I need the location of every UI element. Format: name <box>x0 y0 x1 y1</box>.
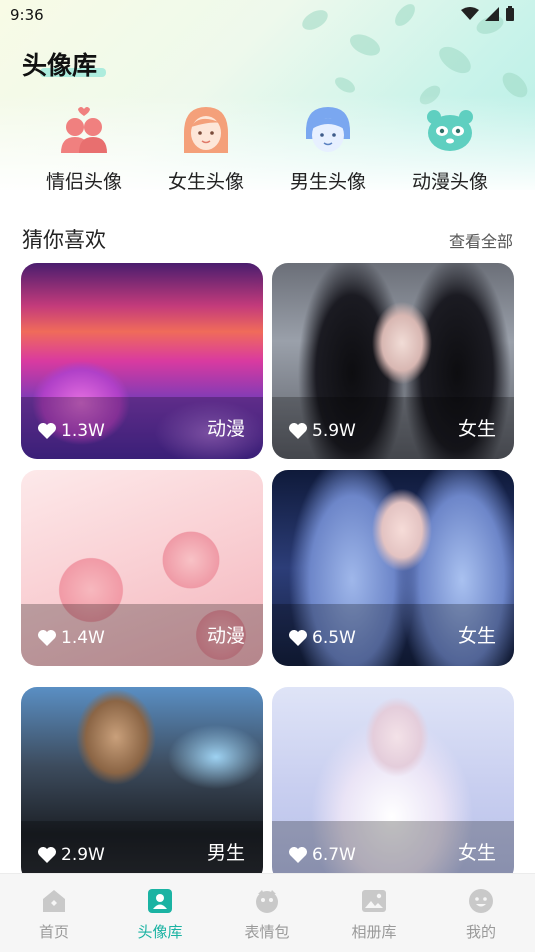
tab-home[interactable]: 首页 <box>14 888 94 942</box>
boy-icon <box>306 107 350 152</box>
signal-icon <box>485 7 499 21</box>
girl-icon <box>184 107 228 153</box>
tab-label: 我的 <box>465 923 496 941</box>
likes-count: 1.3W <box>61 421 105 441</box>
tab-label: 首页 <box>38 923 69 941</box>
tab-avatar-library[interactable]: 头像库 <box>120 888 200 942</box>
card-likes: 6.5W <box>288 628 356 648</box>
category-boy[interactable]: 男生头像 <box>273 105 383 194</box>
couple-icon <box>61 107 107 153</box>
category-label: 情侣头像 <box>45 171 122 193</box>
category-label: 男生头像 <box>289 171 366 193</box>
card-tag: 动漫 <box>206 418 245 440</box>
card-likes: 2.9W <box>37 845 105 865</box>
avatar-card[interactable]: 5.9W 女生 <box>272 263 514 459</box>
card-likes: 1.3W <box>37 421 105 441</box>
album-icon <box>362 890 386 912</box>
heart-icon <box>38 847 56 863</box>
category-girl[interactable]: 女生头像 <box>151 105 261 194</box>
category-anime[interactable]: 动漫头像 <box>395 105 505 194</box>
tab-emoji-pack[interactable]: 表情包 <box>227 888 307 942</box>
tab-label: 头像库 <box>137 923 183 941</box>
bottom-tab-bar: 首页 头像库 表情包 相册库 我的 <box>0 873 535 952</box>
section-title: 猜你喜欢 <box>22 228 106 252</box>
heart-icon <box>38 630 56 646</box>
see-all-link[interactable]: 查看全部 <box>449 228 513 252</box>
emoji-pack-icon <box>256 890 278 913</box>
card-tag: 女生 <box>457 842 496 864</box>
avatar-card[interactable]: 1.4W 动漫 <box>21 470 263 666</box>
category-label: 女生头像 <box>167 171 244 193</box>
tab-profile[interactable]: 我的 <box>441 888 521 942</box>
category-label: 动漫头像 <box>411 171 488 193</box>
likes-count: 6.7W <box>312 845 356 865</box>
card-tag: 男生 <box>206 842 245 864</box>
status-icons <box>461 6 515 22</box>
heart-icon <box>289 423 307 439</box>
card-likes: 1.4W <box>37 628 105 648</box>
category-row: 情侣头像 女生头像 男生头像 动漫头像 <box>0 105 535 195</box>
panda-icon <box>427 110 473 151</box>
avatar-card[interactable]: 1.3W 动漫 <box>21 263 263 459</box>
avatar-card[interactable]: 6.5W 女生 <box>272 470 514 666</box>
wifi-icon <box>461 7 479 20</box>
page-title: 头像库 <box>22 51 98 80</box>
likes-count: 6.5W <box>312 628 356 648</box>
home-icon <box>43 890 65 912</box>
status-bar: 9:36 <box>0 0 535 30</box>
heart-icon <box>38 423 56 439</box>
avatar-library-icon <box>148 889 172 913</box>
likes-count: 2.9W <box>61 845 105 865</box>
card-tag: 女生 <box>457 625 496 647</box>
likes-count: 5.9W <box>312 421 356 441</box>
tab-label: 表情包 <box>244 923 290 941</box>
avatar-card[interactable]: 6.7W 女生 <box>272 687 514 883</box>
heart-icon <box>289 847 307 863</box>
avatar-card[interactable]: 2.9W 男生 <box>21 687 263 883</box>
card-likes: 6.7W <box>288 845 356 865</box>
tab-label: 相册库 <box>351 923 397 941</box>
likes-count: 1.4W <box>61 628 105 648</box>
heart-icon <box>289 630 307 646</box>
card-likes: 5.9W <box>288 421 356 441</box>
battery-icon <box>506 6 514 21</box>
card-tag: 女生 <box>457 418 496 440</box>
category-couple[interactable]: 情侣头像 <box>29 105 139 194</box>
tab-album[interactable]: 相册库 <box>334 888 414 942</box>
card-tag: 动漫 <box>206 625 245 647</box>
status-time: 9:36 <box>10 6 44 24</box>
profile-icon <box>469 889 493 913</box>
